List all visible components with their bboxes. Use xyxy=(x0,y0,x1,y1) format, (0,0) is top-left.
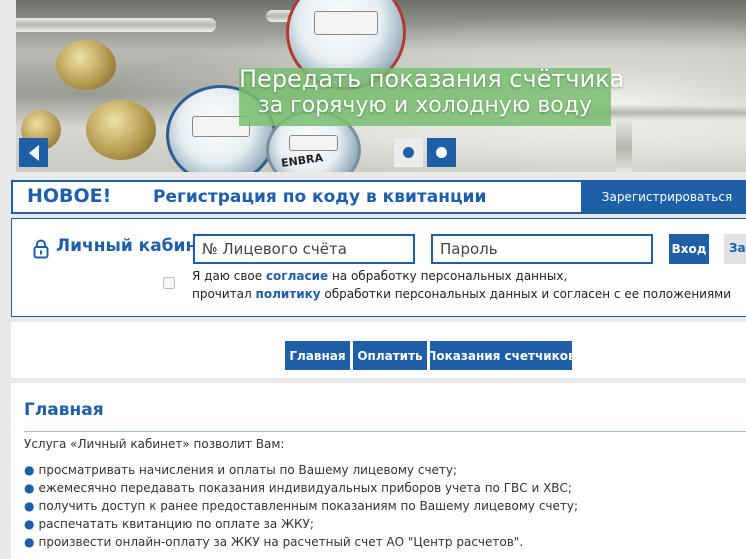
list-item: ● ежемесячно передавать показания индивид… xyxy=(24,481,572,495)
promo-banner[interactable]: ENBRA Передать показания счётчика за гор… xyxy=(16,0,746,172)
pipe xyxy=(16,18,216,32)
page-title: Главная xyxy=(24,400,104,420)
policy-link[interactable]: политику xyxy=(256,287,321,301)
new-label: НОВОЕ! xyxy=(27,185,112,207)
triangle-left-icon xyxy=(28,144,39,161)
feature-list: ● просматривать начисления и оплаты по Ва… xyxy=(24,461,578,551)
consent-checkbox[interactable] xyxy=(163,277,175,289)
password-input[interactable]: Пароль xyxy=(431,234,653,264)
list-item: ● получить доступ к ранее предоставленным… xyxy=(24,499,579,513)
registration-text: Регистрация по коду в квитанции xyxy=(153,187,487,207)
bullet-icon: ● xyxy=(24,517,35,531)
slider-dot-1[interactable] xyxy=(394,138,423,167)
nav-home-button[interactable]: Главная xyxy=(285,341,350,370)
bullet-icon: ● xyxy=(24,535,35,549)
intro-text: Услуга «Личный кабинет» позволит Вам: xyxy=(24,437,285,451)
nav-meters-button[interactable]: Показания счетчиков xyxy=(426,341,576,370)
list-item: ● распечатать квитанцию по оплате за ЖКУ; xyxy=(24,517,314,531)
registration-notice-bar: НОВОЕ! Регистрация по коду в квитанции З… xyxy=(11,180,746,214)
list-item: ● произвести онлайн-оплату за ЖКУ на расч… xyxy=(24,535,524,549)
bullet-icon: ● xyxy=(24,463,35,477)
banner-caption-line2: за горячую и холодную воду xyxy=(258,93,592,118)
banner-caption: Передать показания счётчика за горячую и… xyxy=(239,65,625,126)
register-button[interactable]: Зарегистрироваться xyxy=(581,180,746,214)
login-button[interactable]: Вход xyxy=(669,234,709,264)
brass-fitting xyxy=(86,100,156,160)
slider-dot-2[interactable] xyxy=(427,138,456,167)
main-nav: Главная Оплатить Показания счетчиков xyxy=(11,322,746,378)
account-number-input[interactable]: № Лицевого счёта xyxy=(193,234,415,264)
bullet-icon: ● xyxy=(24,481,35,495)
slider-prev-button[interactable] xyxy=(19,138,48,167)
main-content: Главная Услуга «Личный кабинет» позволит… xyxy=(11,383,746,559)
divider xyxy=(24,431,746,432)
bullet-icon: ● xyxy=(24,499,35,513)
brass-fitting xyxy=(56,40,116,90)
dot-icon xyxy=(436,147,447,158)
login-panel: Личный кабинет № Лицевого счёта Пароль В… xyxy=(11,218,746,317)
pipe xyxy=(616,118,632,172)
consent-text: Я даю свое согласие на обработку персона… xyxy=(192,269,732,301)
page-root: ENBRA Передать показания счётчика за гор… xyxy=(0,0,746,559)
nav-pay-button[interactable]: Оплатить xyxy=(353,341,427,370)
forgot-password-button[interactable]: Забыли пароль? xyxy=(724,234,746,264)
lock-icon xyxy=(33,239,49,259)
list-item: ● просматривать начисления и оплаты по Ва… xyxy=(24,463,458,477)
dot-icon xyxy=(403,147,414,158)
consent-link[interactable]: согласие xyxy=(266,269,328,283)
banner-caption-line1: Передать показания счётчика xyxy=(239,65,625,93)
